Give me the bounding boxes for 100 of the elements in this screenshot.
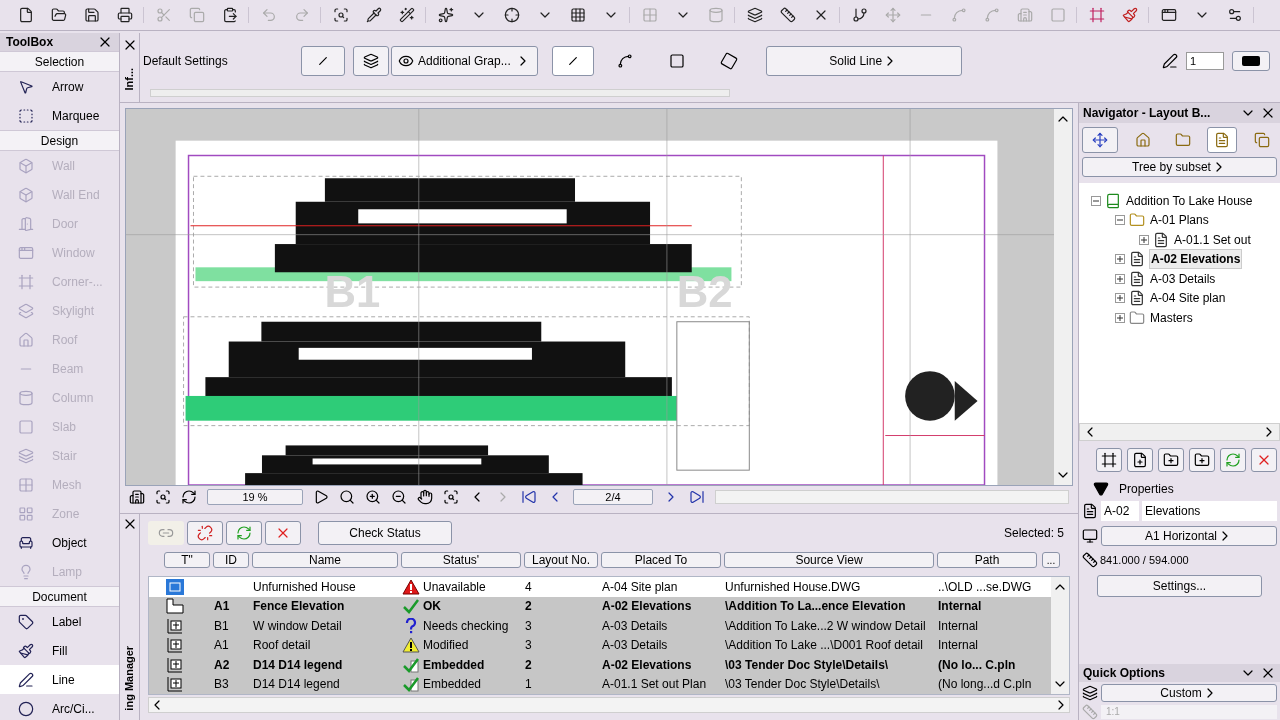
navigator-view-button[interactable] — [1207, 127, 1238, 153]
wand-icon[interactable] — [399, 7, 415, 23]
refresh-icon[interactable] — [1225, 452, 1241, 468]
tool-item[interactable]: Arrow — [0, 72, 119, 101]
table-column-header[interactable]: Source View — [724, 552, 934, 568]
layout-id-field[interactable]: A-02 — [1101, 501, 1139, 521]
table-column-header[interactable]: Path — [937, 552, 1037, 568]
table-row[interactable]: B1 W window Detail Needs checking 3 A-03 Details \Addition To Lake...2 W window Detail Internal — [149, 616, 1051, 636]
section-title[interactable]: Properties — [1119, 480, 1174, 498]
section-header[interactable]: Design — [0, 130, 119, 151]
table-column-header[interactable]: Name — [252, 552, 398, 568]
tree-item[interactable]: Masters — [1149, 308, 1194, 327]
fit-zoom-icon[interactable] — [443, 489, 459, 505]
pipette-icon[interactable] — [366, 7, 382, 23]
more-columns-button[interactable]: ... — [1042, 552, 1060, 568]
unlink-icon[interactable] — [197, 525, 213, 541]
eye-icon[interactable] — [398, 53, 414, 69]
preview-icon[interactable] — [155, 489, 171, 505]
first-page-icon[interactable] — [521, 489, 537, 505]
pen-number-field[interactable]: 1 — [1186, 52, 1224, 70]
tool-button[interactable] — [1127, 448, 1153, 472]
rebuild-icon[interactable] — [181, 489, 197, 505]
settings-button[interactable]: Settings... — [1097, 575, 1262, 597]
tree-mode-dropdown[interactable]: Tree by subset — [1082, 157, 1277, 177]
line-type-dropdown[interactable]: Solid Line — [765, 46, 962, 76]
tree-item[interactable]: A-02 Elevations — [1149, 249, 1243, 270]
line-button[interactable] — [301, 46, 345, 76]
unlink-button[interactable] — [187, 521, 223, 545]
new-folder-icon[interactable] — [1194, 452, 1210, 468]
layer-combination-dropdown[interactable]: Custom — [1101, 684, 1277, 702]
zoom-in-icon[interactable] — [365, 489, 381, 505]
tool-button[interactable] — [1158, 448, 1184, 472]
layers-icon[interactable] — [747, 7, 763, 23]
map-switch-button[interactable] — [1082, 127, 1118, 153]
page-field[interactable]: 2/4 — [573, 489, 653, 505]
zoom-out-icon[interactable] — [391, 489, 407, 505]
publish-icon[interactable] — [1254, 132, 1270, 148]
marquee-icon[interactable] — [18, 107, 34, 124]
expand-toggle-icon[interactable] — [1115, 293, 1125, 304]
update-button[interactable] — [226, 521, 262, 545]
brush-icon[interactable] — [1122, 7, 1138, 23]
tree-item[interactable]: Addition To Lake House — [1125, 191, 1254, 210]
collapse-toggle-icon[interactable] — [1091, 195, 1101, 206]
panel-tab-label[interactable]: Inf... — [121, 67, 138, 91]
expand-toggle-icon[interactable] — [1139, 234, 1149, 245]
settings-icon[interactable] — [1227, 7, 1243, 23]
hand-icon[interactable] — [417, 489, 433, 505]
graphic-override-dropdown[interactable]: Additional Grap... — [391, 46, 538, 76]
snap-icon[interactable] — [438, 7, 454, 23]
polyline-icon[interactable] — [616, 53, 633, 69]
layout-icon[interactable] — [1214, 132, 1231, 148]
tool-item[interactable]: Label — [0, 607, 119, 636]
tree-item[interactable]: A-01.1 Set out — [1173, 230, 1252, 249]
printer-icon[interactable] — [117, 7, 133, 23]
collapse-toggle-icon[interactable] — [1115, 215, 1125, 226]
grid-icon[interactable] — [570, 7, 586, 23]
house-icon[interactable] — [1134, 132, 1151, 148]
expand-toggle-icon[interactable] — [1115, 312, 1125, 323]
table-row[interactable]: A2 D14 D14 legend Embedded 2 A-02 Elevations \03 Tender Doc Style\Details\ (No lo... C.pln — [149, 655, 1051, 675]
table-column-header[interactable]: Layout No. — [524, 552, 598, 568]
zoom-icon[interactable] — [339, 489, 355, 505]
table-column-header[interactable]: Status' — [401, 552, 521, 568]
tree-item[interactable]: A-01 Plans — [1149, 211, 1210, 230]
zoom-field[interactable]: 19 % — [207, 489, 303, 505]
tool-item[interactable]: Fill — [0, 636, 119, 665]
table-row[interactable]: A1 Roof detail Modified 3 A-03 Details \Addition To Lake ...\D001 Roof detail Internal — [149, 635, 1051, 655]
tool-item[interactable]: Object — [0, 528, 119, 557]
table-row[interactable]: B3 D14 D14 legend Embedded 1 A-01.1 Set out Plan \03 Tender Doc Style\Details\ (No long...d C.pln — [149, 674, 1051, 694]
panel-tab-label[interactable]: ing Manager — [121, 645, 138, 711]
section-header[interactable]: Document — [0, 586, 119, 607]
line-icon[interactable] — [18, 671, 34, 688]
delete-button[interactable] — [265, 521, 301, 545]
folder-icon[interactable] — [1174, 132, 1191, 148]
tool-button[interactable] — [1189, 448, 1215, 472]
ruler-icon[interactable] — [780, 7, 796, 23]
scrollbar[interactable] — [1054, 109, 1072, 485]
table-column-header[interactable]: Placed To — [601, 552, 721, 568]
layout-frame-icon[interactable] — [1089, 7, 1105, 23]
scrollbar[interactable] — [1079, 423, 1280, 441]
tool-item[interactable]: Line — [0, 665, 119, 694]
new-layout-icon[interactable] — [1132, 452, 1148, 468]
table-column-header[interactable]: T" — [164, 552, 210, 568]
scrollbar[interactable] — [715, 490, 1069, 504]
find-icon[interactable] — [333, 7, 349, 23]
layers-icon[interactable] — [363, 53, 379, 69]
branch-icon[interactable] — [852, 7, 868, 23]
master-dropdown[interactable]: A1 Horizontal — [1101, 526, 1277, 546]
save-icon[interactable] — [84, 7, 100, 23]
collapse-icon[interactable] — [1093, 481, 1109, 497]
navigator-icon[interactable] — [129, 489, 145, 505]
refresh-icon[interactable] — [236, 525, 252, 541]
paste-icon[interactable] — [222, 7, 238, 23]
window-icon[interactable] — [1161, 7, 1177, 23]
expand-toggle-icon[interactable] — [1115, 273, 1125, 284]
scrollbar[interactable] — [150, 89, 730, 97]
tool-item[interactable]: Marquee — [0, 101, 119, 130]
tree-item[interactable]: A-03 Details — [1149, 269, 1217, 288]
table-column-header[interactable]: ID — [213, 552, 249, 568]
tree-item[interactable]: A-04 Site plan — [1149, 289, 1227, 308]
layout-name-field[interactable]: Elevations — [1142, 501, 1277, 521]
